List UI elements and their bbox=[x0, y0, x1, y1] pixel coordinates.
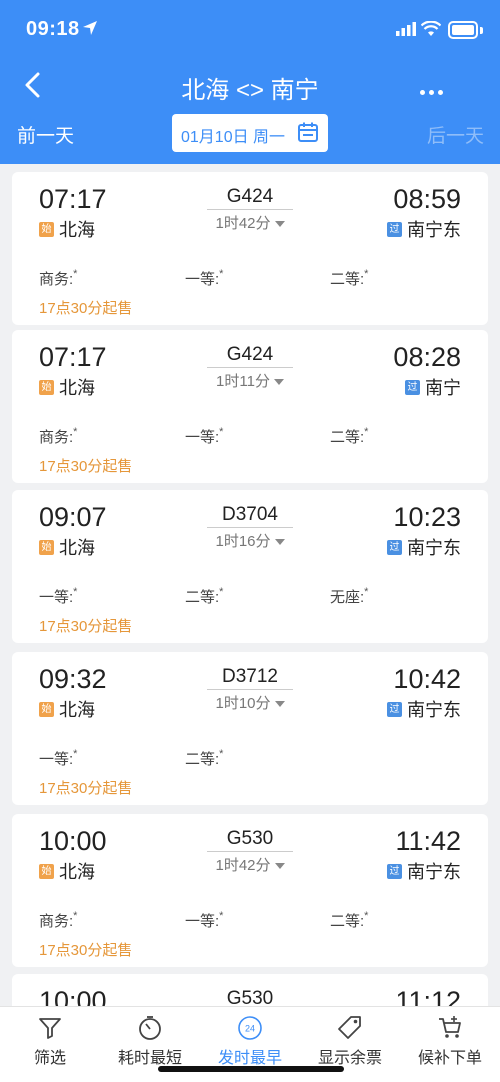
start-tag: 始 bbox=[39, 539, 54, 555]
seat-class: 二等:* bbox=[185, 748, 224, 768]
location-arrow-icon bbox=[83, 21, 97, 35]
battery-tip bbox=[480, 27, 483, 34]
caret-down-icon bbox=[274, 221, 285, 228]
departure-station: 始北海 bbox=[39, 374, 95, 400]
seat-class: 二等:* bbox=[330, 268, 369, 288]
arrival-time: 08:59 bbox=[393, 184, 461, 214]
start-tag: 始 bbox=[39, 863, 54, 879]
seat-class: 一等:* bbox=[185, 910, 224, 930]
tab-show-remaining-tickets[interactable]: 显示余票 bbox=[300, 1015, 400, 1068]
sale-time: 17点30分起售 bbox=[39, 780, 133, 797]
svg-text:24: 24 bbox=[245, 1024, 255, 1034]
battery-icon bbox=[448, 21, 478, 39]
pass-tag: 过 bbox=[387, 221, 402, 237]
signal-icon bbox=[396, 22, 416, 36]
train-card[interactable]: 10:00 G530 1时42分 11:42 始北海 过南宁东 商务:* 一等:… bbox=[12, 814, 488, 967]
caret-down-icon bbox=[274, 863, 285, 870]
pass-tag: 过 bbox=[387, 539, 402, 555]
tab-filter[interactable]: 筛选 bbox=[0, 1015, 100, 1068]
navbar: 北海 <> 南宁 bbox=[0, 60, 500, 110]
caret-down-icon bbox=[274, 539, 285, 546]
seat-class: 二等:* bbox=[330, 910, 369, 930]
arrival-station: 过南宁东 bbox=[387, 858, 461, 884]
seat-class: 一等:* bbox=[39, 748, 78, 768]
more-icon[interactable] bbox=[420, 82, 447, 100]
tab-waitlist-order[interactable]: 候补下单 bbox=[400, 1015, 500, 1068]
departure-station: 始北海 bbox=[39, 534, 95, 560]
seat-class: 无座:* bbox=[330, 586, 369, 606]
status-bar: 09:18 bbox=[0, 0, 500, 60]
seat-class: 商务:* bbox=[39, 910, 78, 930]
route-line bbox=[207, 527, 293, 528]
train-list: 07:17 G424 1时42分 08:59 始北海 过南宁东 商务:* 一等:… bbox=[0, 164, 500, 1006]
route-line bbox=[207, 209, 293, 210]
seat-class: 一等:* bbox=[185, 426, 224, 446]
header: 09:18 北海 <> 南宁 前一天 01月10日 周一 后一天 bbox=[0, 0, 500, 164]
train-card[interactable]: 07:17 G424 1时11分 08:28 始北海 过南宁 商务:* 一等:*… bbox=[12, 330, 488, 483]
start-tag: 始 bbox=[39, 701, 54, 717]
seat-class: 二等:* bbox=[185, 586, 224, 606]
sale-time: 17点30分起售 bbox=[39, 618, 133, 635]
caret-down-icon bbox=[274, 701, 285, 708]
arrival-station: 过南宁东 bbox=[387, 696, 461, 722]
clock-24-icon: 24 bbox=[238, 1016, 262, 1040]
train-card[interactable]: 10:00 G530 11:12 bbox=[12, 974, 488, 1006]
sale-time: 17点30分起售 bbox=[39, 942, 133, 959]
pass-tag: 过 bbox=[405, 379, 420, 395]
seat-class: 商务:* bbox=[39, 268, 78, 288]
arrival-time: 10:42 bbox=[393, 664, 461, 694]
date-bar: 前一天 01月10日 周一 后一天 bbox=[0, 112, 500, 156]
arrival-station: 过南宁东 bbox=[387, 216, 461, 242]
prev-day-button[interactable]: 前一天 bbox=[17, 121, 74, 148]
seat-class: 一等:* bbox=[39, 586, 78, 606]
departure-station: 始北海 bbox=[39, 696, 95, 722]
filter-icon bbox=[39, 1018, 61, 1039]
wifi-icon bbox=[421, 21, 441, 36]
pass-tag: 过 bbox=[387, 863, 402, 879]
tab-earliest-departure[interactable]: 24 发时最早 bbox=[200, 1015, 300, 1068]
stopwatch-icon bbox=[139, 1016, 161, 1040]
calendar-icon bbox=[298, 122, 318, 142]
train-card[interactable]: 07:17 G424 1时42分 08:59 始北海 过南宁东 商务:* 一等:… bbox=[12, 172, 488, 325]
date-text: 01月10日 周一 bbox=[181, 129, 286, 146]
sale-time: 17点30分起售 bbox=[39, 300, 133, 317]
train-card[interactable]: 09:07 D3704 1时16分 10:23 始北海 过南宁东 一等:* 二等… bbox=[12, 490, 488, 643]
arrival-time: 10:23 bbox=[393, 502, 461, 532]
status-time: 09:18 bbox=[26, 18, 80, 40]
departure-station: 始北海 bbox=[39, 858, 95, 884]
caret-down-icon bbox=[273, 379, 284, 386]
train-card[interactable]: 09:32 D3712 1时10分 10:42 始北海 过南宁东 一等:* 二等… bbox=[12, 652, 488, 805]
cart-icon bbox=[439, 1016, 461, 1038]
arrival-station: 过南宁 bbox=[405, 374, 461, 400]
arrival-time: 11:42 bbox=[395, 826, 461, 856]
pass-tag: 过 bbox=[387, 701, 402, 717]
next-day-button[interactable]: 后一天 bbox=[427, 121, 484, 148]
tab-shortest-duration[interactable]: 耗时最短 bbox=[100, 1015, 200, 1068]
seat-class: 一等:* bbox=[185, 268, 224, 288]
home-indicator bbox=[158, 1066, 344, 1072]
route-line bbox=[207, 367, 293, 368]
seat-class: 商务:* bbox=[39, 426, 78, 446]
departure-station: 始北海 bbox=[39, 216, 95, 242]
arrival-time: 08:28 bbox=[393, 342, 461, 372]
arrival-time: 11:12 bbox=[395, 986, 461, 1006]
arrival-station: 过南宁东 bbox=[387, 534, 461, 560]
sale-time: 17点30分起售 bbox=[39, 458, 133, 475]
tag-icon bbox=[338, 1016, 361, 1039]
route-line bbox=[207, 851, 293, 852]
route-line bbox=[207, 689, 293, 690]
start-tag: 始 bbox=[39, 221, 54, 237]
date-picker[interactable]: 01月10日 周一 bbox=[172, 114, 328, 152]
start-tag: 始 bbox=[39, 379, 54, 395]
seat-class: 二等:* bbox=[330, 426, 369, 446]
